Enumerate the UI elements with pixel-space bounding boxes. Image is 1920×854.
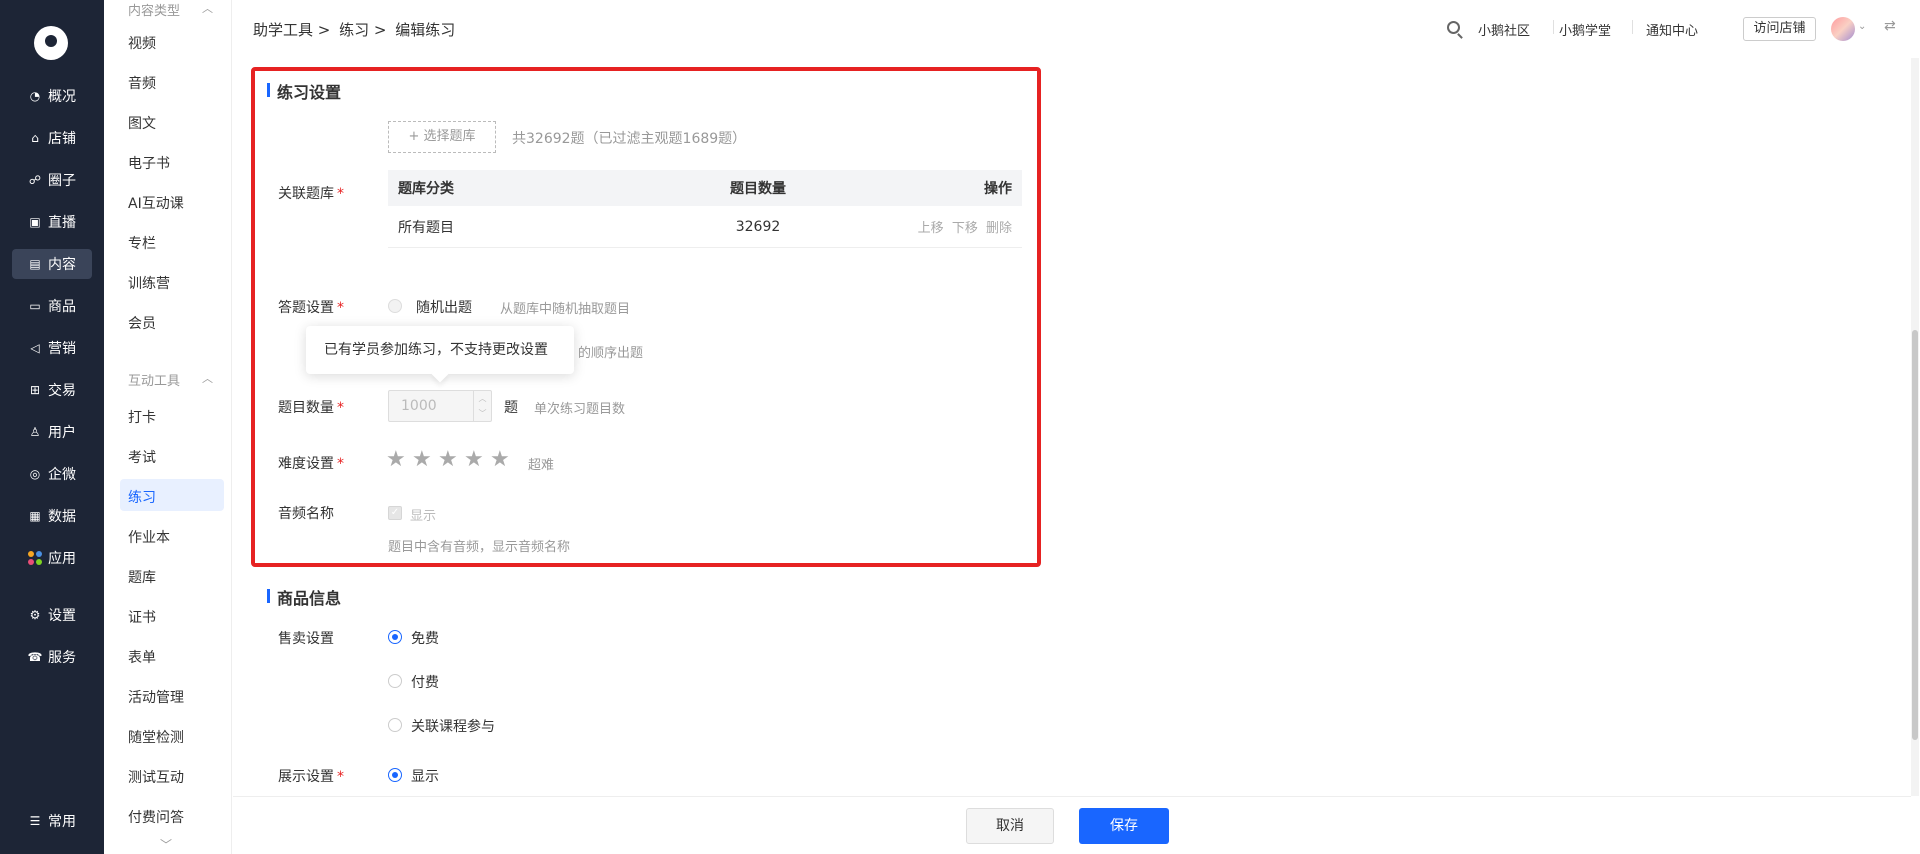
nav-item-user[interactable]: ♙ 用户 [12, 417, 92, 447]
subnav-item-homework[interactable]: 作业本 [128, 527, 170, 547]
nav-item-content[interactable]: ▤ 内容 [12, 249, 92, 279]
store-icon: ⌂ [31, 131, 39, 145]
nav-item-settings[interactable]: ⚙ 设置 [12, 600, 92, 630]
scrollbar-thumb[interactable] [1912, 330, 1918, 740]
nav-item-overview[interactable]: ◔ 概况 [12, 81, 92, 111]
nav-item-live[interactable]: ▣ 直播 [12, 207, 92, 237]
apps-icon [28, 551, 42, 565]
subnav-item-question-bank[interactable]: 题库 [128, 567, 156, 587]
wecom-icon: ◎ [29, 467, 41, 481]
nav-item-marketing[interactable]: ◁ 营销 [12, 333, 92, 363]
user-icon: ♙ [29, 425, 41, 439]
radio-display-show[interactable] [388, 768, 402, 782]
nav-item-community[interactable]: ☍ 圈子 [12, 165, 92, 195]
subnav-item-form[interactable]: 表单 [128, 647, 156, 667]
footer-bar [233, 796, 1911, 854]
chevron-up-icon: ︿ [202, 2, 213, 15]
content-icon: ▤ [29, 257, 41, 271]
radio-related-course[interactable] [388, 718, 402, 732]
subnav-item-paid-qa[interactable]: 付费问答 [128, 807, 184, 827]
logo-icon[interactable] [34, 26, 68, 60]
nav-item-service[interactable]: ☎ 服务 [12, 642, 92, 672]
visit-store-button[interactable]: 访问店铺 [1743, 17, 1816, 41]
radio-display-show-label: 显示 [411, 769, 439, 785]
field-label-display: 展示设置 * [278, 769, 344, 785]
subnav-item-activity[interactable]: 活动管理 [128, 687, 184, 707]
chevron-down-icon[interactable]: ﹀ [160, 836, 172, 853]
subnav-group-interactive[interactable]: 互动工具 ︿ [128, 370, 213, 389]
sub-nav: 内容类型 ︿ 视频 音频 图文 电子书 AI互动课 专栏 训练营 会员 互动工具 ︿… [104, 0, 232, 854]
radio-free-label: 免费 [411, 631, 439, 647]
live-icon: ▣ [29, 215, 41, 229]
megaphone-icon: ◁ [30, 341, 40, 355]
list-icon: ☰ [29, 814, 41, 828]
community-icon: ☍ [28, 173, 42, 187]
trade-icon: ⊞ [29, 383, 41, 397]
avatar[interactable] [1831, 17, 1855, 41]
service-icon: ☎ [27, 650, 43, 664]
nav-item-data[interactable]: ▦ 数据 [12, 501, 92, 531]
link-academy[interactable]: 小鹅学堂 [1559, 20, 1611, 39]
main-nav: ◔ 概况 ⌂ 店铺 ☍ 圈子 ▣ 直播 ▤ 内容 ▭ 商品 ◁ 营销 ⊞ 交易 ♙ 用户 ◎ 企微 … [0, 0, 104, 854]
subnav-item-column[interactable]: 专栏 [128, 233, 156, 253]
subnav-item-quiz[interactable]: 随堂检测 [128, 727, 184, 747]
divider [1632, 20, 1633, 34]
divider [1553, 20, 1554, 34]
cancel-button[interactable]: 取消 [966, 808, 1054, 844]
radio-related-course-label: 关联课程参与 [411, 719, 495, 735]
subnav-item-ai-course[interactable]: AI互动课 [128, 193, 184, 213]
subnav-item-practice[interactable]: 练习 [128, 487, 156, 507]
nav-item-trade[interactable]: ⊞ 交易 [12, 375, 92, 405]
link-community[interactable]: 小鹅社区 [1478, 20, 1530, 39]
nav-item-store[interactable]: ⌂ 店铺 [12, 123, 92, 153]
chevron-down-icon[interactable]: ⌄ [1858, 21, 1866, 32]
highlight-box [251, 67, 1041, 567]
subnav-item-checkin[interactable]: 打卡 [128, 407, 156, 427]
breadcrumb-item-practice[interactable]: 练习 > [339, 21, 386, 39]
search-icon[interactable] [1447, 21, 1460, 34]
breadcrumb-item-edit: 编辑练习 [395, 21, 456, 39]
nav-item-common[interactable]: ☰ 常用 [12, 806, 92, 836]
subnav-item-certificate[interactable]: 证书 [128, 607, 156, 627]
data-icon: ▦ [29, 509, 41, 523]
subnav-item-article[interactable]: 图文 [128, 113, 156, 133]
subnav-group-content-type[interactable]: 内容类型 ︿ [128, 0, 213, 19]
subnav-item-ebook[interactable]: 电子书 [128, 153, 170, 173]
subnav-item-video[interactable]: 视频 [128, 33, 156, 53]
chevron-up-icon: ︿ [202, 372, 213, 385]
link-notifications[interactable]: 通知中心 [1646, 20, 1698, 39]
subnav-item-exam[interactable]: 考试 [128, 447, 156, 467]
goods-icon: ▭ [29, 299, 41, 313]
subnav-item-test-interact[interactable]: 测试互动 [128, 767, 184, 787]
section-title-product: 商品信息 [267, 585, 341, 609]
radio-paid-label: 付费 [411, 675, 439, 691]
nav-item-apps[interactable]: 应用 [12, 543, 92, 573]
radio-free[interactable] [388, 630, 402, 644]
radio-paid[interactable] [388, 674, 402, 688]
gear-icon: ⚙ [29, 608, 41, 622]
save-button[interactable]: 保存 [1079, 808, 1169, 844]
breadcrumb-item-tools[interactable]: 助学工具 > [253, 21, 330, 39]
subnav-item-member[interactable]: 会员 [128, 313, 156, 333]
pie-chart-icon: ◔ [29, 89, 41, 103]
field-label-sale: 售卖设置 [278, 631, 334, 647]
switch-icon[interactable]: ⇄ [1884, 18, 1896, 34]
subnav-item-audio[interactable]: 音频 [128, 73, 156, 93]
nav-item-wecom[interactable]: ◎ 企微 [12, 459, 92, 489]
subnav-item-camp[interactable]: 训练营 [128, 273, 170, 293]
breadcrumb: 助学工具 > 练习 > 编辑练习 [253, 19, 459, 40]
nav-item-goods[interactable]: ▭ 商品 [12, 291, 92, 321]
